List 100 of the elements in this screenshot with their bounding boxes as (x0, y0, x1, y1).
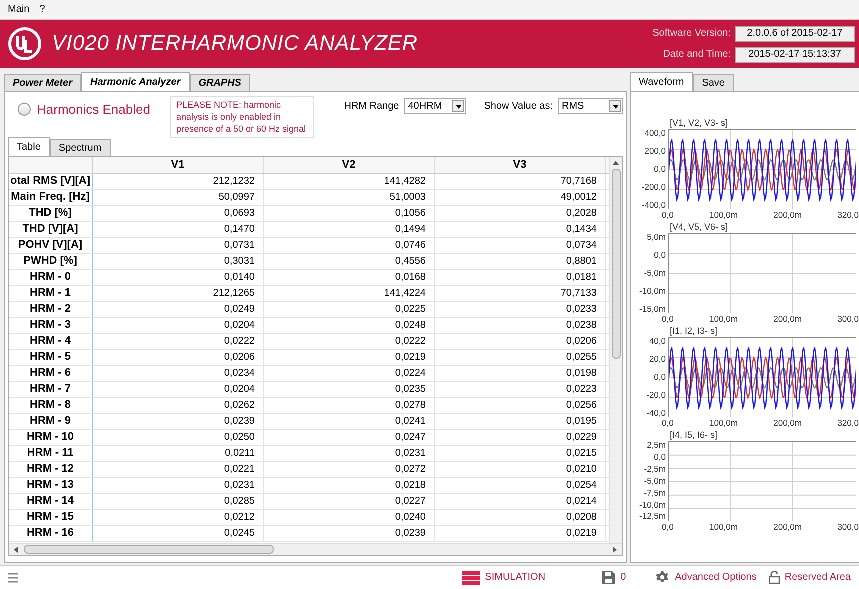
table-cell: 0,0225 (264, 302, 435, 317)
table-cell: 0,0285 (93, 494, 264, 509)
y-tick-label: -2,5m (644, 464, 666, 474)
lock-icon (768, 571, 780, 584)
tab[interactable]: Waveform (630, 72, 694, 92)
x-tick-label: 100,0m (710, 314, 738, 324)
table-cell: 70,7133 (435, 286, 606, 301)
menu-icon[interactable] (8, 572, 18, 582)
field-label: Show Value as: (484, 100, 553, 114)
table-cell: 0,0206 (435, 334, 606, 349)
y-tick-label: -20,0 (646, 390, 666, 400)
x-tick-label: 200,0m (774, 210, 802, 220)
tab[interactable]: GRAPHS (190, 74, 250, 92)
table-cell: 0,0198 (435, 366, 606, 381)
y-tick-label: 2,5m (647, 441, 666, 450)
y-tick-label: 5,0m (647, 233, 666, 242)
table-cell: 51,0003 (264, 190, 435, 205)
table-cell: 0,0248 (264, 318, 435, 333)
table-cell: 0,0212 (93, 510, 264, 525)
table-cell: 0,0204 (93, 382, 264, 397)
row-label: HRM - 2 (9, 302, 93, 317)
menu-item[interactable]: ? (40, 2, 46, 17)
table-cell: 0,0214 (435, 494, 606, 509)
table-cell: 0,0221 (93, 462, 264, 477)
tab[interactable]: Power Meter (4, 74, 82, 92)
x-tick-label: 200,0m (774, 522, 802, 532)
y-tick-label: -10,0m (640, 500, 666, 510)
harmonics-radio[interactable] (18, 103, 31, 116)
row-label: HRM - 9 (9, 414, 93, 429)
table-cell: 0,1494 (264, 222, 435, 237)
x-tick-label: 100,0m (710, 418, 738, 428)
show-value-dropdown[interactable]: RMS (558, 98, 623, 114)
table-cell: 0,0240 (264, 510, 435, 525)
x-tick-label: 0,0 (662, 418, 674, 428)
table-cell: 0,3031 (93, 254, 264, 269)
tab[interactable]: Spectrum (50, 139, 111, 157)
column-header: V1 (93, 157, 264, 173)
table-cell: 0,0731 (93, 238, 264, 253)
scroll-left-icon[interactable] (12, 546, 20, 554)
vertical-scrollbar[interactable] (609, 157, 622, 543)
row-label: HRM - 5 (9, 350, 93, 365)
y-tick-label: -12,5m (640, 512, 666, 521)
tab[interactable]: Harmonic Analyzer (81, 72, 190, 92)
field-label: Software Version: (652, 27, 731, 41)
x-tick-label: 0,0 (662, 314, 674, 324)
x-tick-label: 320,0 (838, 210, 859, 220)
row-label: THD [%] (9, 206, 93, 221)
reserved-area-button[interactable]: Reserved Area (768, 570, 851, 585)
row-label: HRM - 4 (9, 334, 93, 349)
table-cell: 0,0222 (93, 334, 264, 349)
note-text: PLEASE NOTE: harmonic analysis is only enabled in presence of a 50 or 60 Hz signal (170, 96, 314, 138)
hrm-range-dropdown[interactable]: 40HRM (404, 98, 466, 114)
table-cell: 212,1265 (93, 286, 264, 301)
list-icon (462, 570, 480, 584)
table-cell: 0,0211 (93, 446, 264, 461)
table-cell: 0,0746 (264, 238, 435, 253)
menu-item[interactable]: Main (8, 2, 30, 17)
table-cell: 0,0734 (435, 238, 606, 253)
row-label: POHV [V][A] (9, 238, 93, 253)
table-cell: 0,0229 (435, 430, 606, 445)
table-cell: 0,0168 (264, 270, 435, 285)
row-label: otal RMS [V][A] (9, 174, 93, 189)
table-cell: 0,0223 (435, 382, 606, 397)
table-cell: 141,4282 (264, 174, 435, 189)
table-cell: 0,0250 (93, 430, 264, 445)
row-label: PWHD [%] (9, 254, 93, 269)
settings-icon (656, 571, 670, 584)
table-cell: 141,4224 (264, 286, 435, 301)
tab[interactable]: Table (8, 137, 50, 157)
x-tick-label: 100,0m (710, 210, 738, 220)
table-cell: 0,0231 (93, 478, 264, 493)
table-cell: 0,0219 (435, 526, 606, 541)
y-tick-label: 40,0 (649, 337, 666, 346)
scroll-up-icon[interactable] (612, 159, 620, 167)
y-tick-label: -10,0m (640, 286, 666, 296)
row-label: HRM - 14 (9, 494, 93, 509)
table-cell: 0,0219 (264, 350, 435, 365)
table-cell: 0,0215 (435, 446, 606, 461)
table-cell: 0,0249 (93, 302, 264, 317)
y-tick-label: 0,0 (654, 164, 666, 174)
table-cell: 0,0222 (264, 334, 435, 349)
table-cell: 0,0254 (435, 478, 606, 493)
table-cell: 0,1434 (435, 222, 606, 237)
table-cell: 0,0239 (264, 526, 435, 541)
y-tick-label: 0,0 (654, 452, 666, 462)
scroll-thumb[interactable] (612, 169, 620, 359)
row-label: HRM - 6 (9, 366, 93, 381)
advanced-options-button[interactable]: Advanced Options (656, 570, 757, 585)
scroll-right-icon[interactable] (611, 546, 619, 554)
table-cell: 0,0231 (264, 446, 435, 461)
table-cell: 0,0256 (435, 398, 606, 413)
caret-icon (609, 100, 621, 112)
scroll-thumb[interactable] (24, 545, 274, 554)
horizontal-scrollbar[interactable] (9, 543, 622, 555)
table-cell: 0,0241 (264, 414, 435, 429)
status-text: SIMULATION (485, 571, 546, 585)
tab[interactable]: Save (693, 74, 734, 92)
table-cell: 0,4556 (264, 254, 435, 269)
app-title: VI020 INTERHARMONIC ANALYZER (52, 31, 418, 58)
table-cell: 0,0255 (435, 350, 606, 365)
